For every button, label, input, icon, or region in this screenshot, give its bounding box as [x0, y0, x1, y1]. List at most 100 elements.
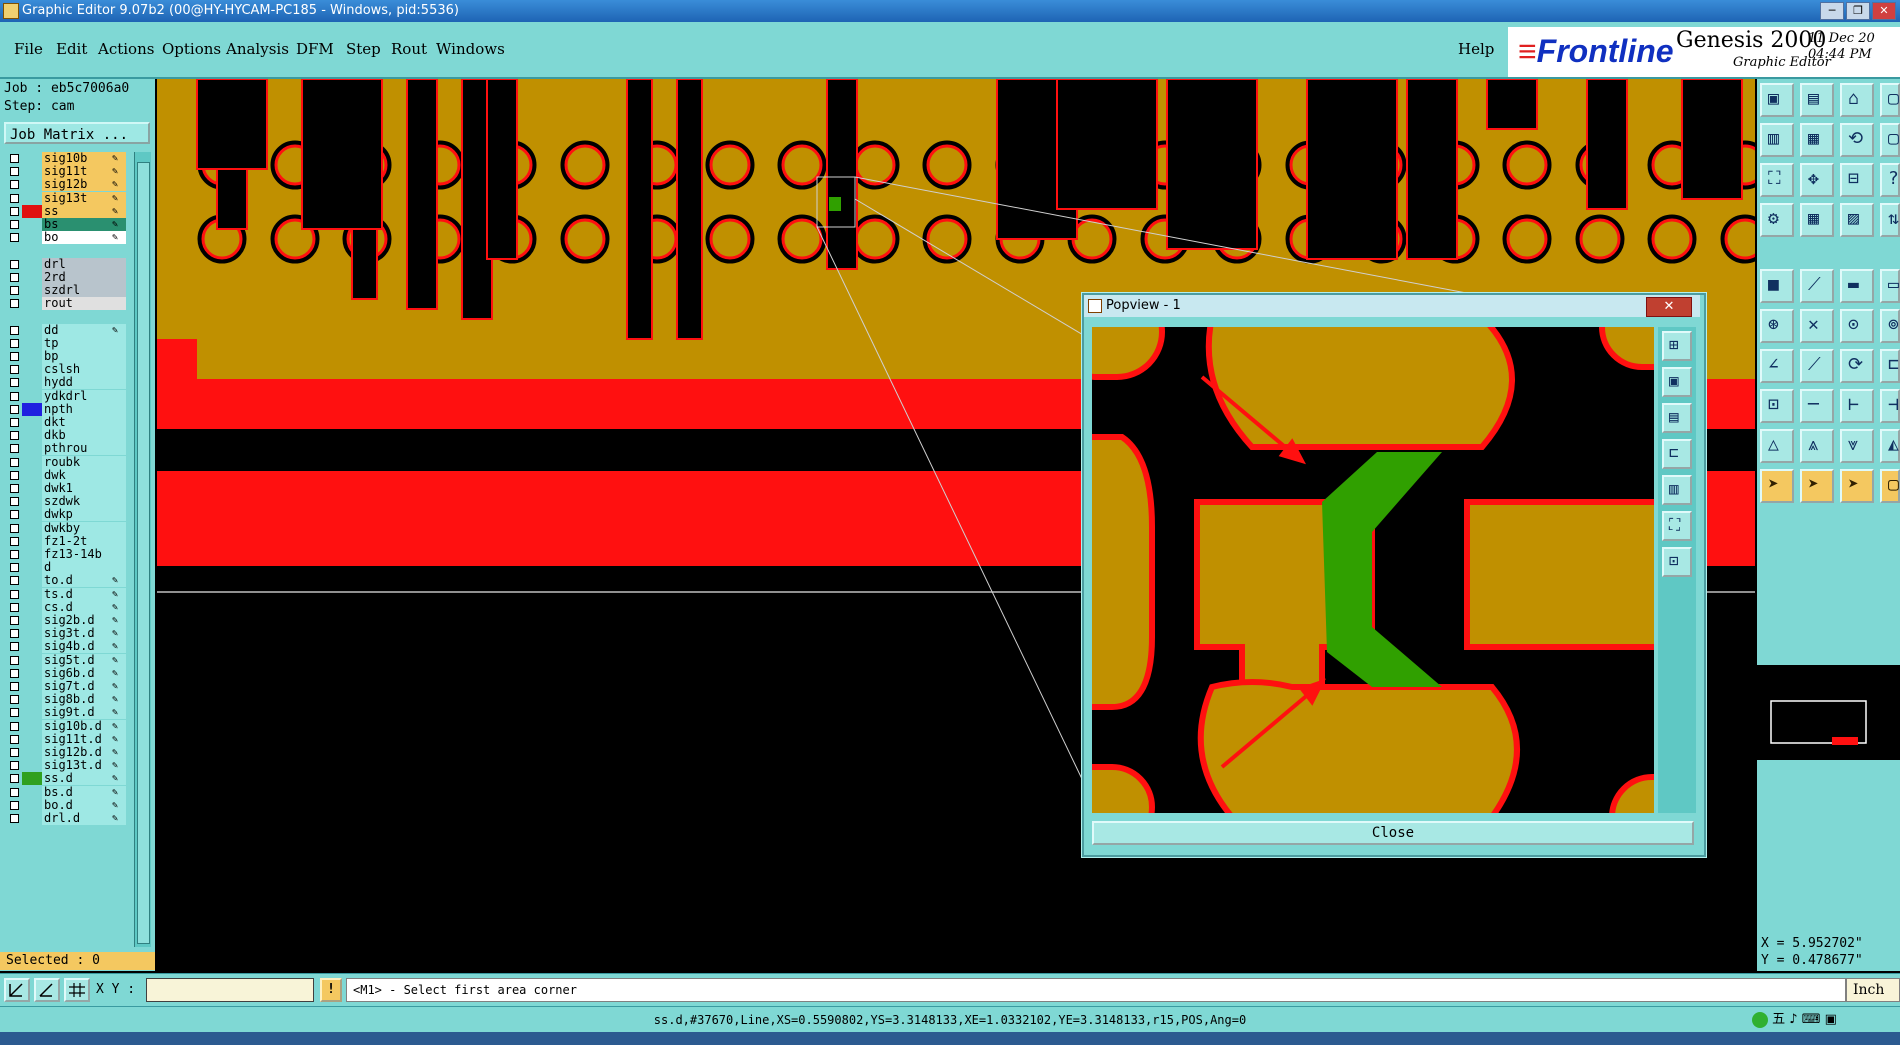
layer-row[interactable]: drl.d ✎	[4, 812, 132, 826]
layer-name[interactable]: sig7t.d ✎	[42, 680, 126, 693]
layer-name[interactable]: szdwk	[42, 495, 126, 509]
layer-row[interactable]: drl	[4, 257, 132, 272]
layer-color-swatch[interactable]	[22, 442, 42, 455]
popview-tool-button[interactable]: ▥	[1662, 475, 1692, 505]
tool-button-6[interactable]: ⟲	[1840, 123, 1874, 157]
layer-name[interactable]: sig8b.d ✎	[42, 693, 126, 707]
layer-list-scrollbar[interactable]	[134, 152, 151, 947]
layer-color-swatch[interactable]	[22, 258, 42, 271]
tool-button-12[interactable]: ⚙	[1760, 203, 1794, 237]
popview-canvas[interactable]	[1092, 327, 1654, 813]
layer-color-swatch[interactable]	[22, 548, 42, 561]
layer-color-swatch[interactable]	[22, 429, 42, 442]
tool-button-26[interactable]: ⟳	[1840, 349, 1874, 383]
layer-checkbox[interactable]	[10, 602, 19, 612]
layer-name[interactable]: ydkdrl	[42, 389, 126, 403]
layer-name[interactable]: sig13t ✎	[42, 191, 126, 205]
layer-color-swatch[interactable]	[22, 812, 42, 825]
job-matrix-button[interactable]: Job Matrix ...	[4, 122, 150, 144]
layer-checkbox[interactable]	[10, 418, 19, 427]
menu-actions[interactable]: Actions	[98, 40, 154, 58]
layer-name[interactable]: hydd	[42, 376, 126, 390]
layer-checkbox[interactable]	[10, 497, 19, 507]
popview-tool-button[interactable]: ⊏	[1662, 439, 1692, 469]
layer-checkbox[interactable]	[10, 708, 19, 718]
layer-name[interactable]: roubk	[42, 455, 126, 469]
alert-button[interactable]: !	[320, 978, 342, 1002]
layer-name[interactable]: ts.d ✎	[42, 587, 126, 601]
layer-name[interactable]: sig10b.d ✎	[42, 719, 126, 733]
layer-checkbox[interactable]	[10, 404, 19, 414]
layer-name[interactable]: drl.d ✎	[42, 812, 126, 825]
layer-name[interactable]: npth	[42, 402, 126, 416]
layer-name[interactable]: sig4b.d ✎	[42, 640, 126, 654]
layer-row[interactable]: sig13t ✎	[4, 191, 132, 206]
layer-name[interactable]: sig10b ✎	[42, 152, 126, 165]
tool-button-27[interactable]: ⊏	[1880, 349, 1900, 383]
tool-button-18[interactable]: ▬	[1840, 269, 1874, 303]
popview-tool-button[interactable]: ▤	[1662, 403, 1692, 433]
units-toggle[interactable]: Inch	[1846, 978, 1900, 1002]
layer-color-swatch[interactable]	[22, 614, 42, 627]
layer-checkbox[interactable]	[10, 457, 19, 467]
layer-name[interactable]: sig11t.d ✎	[42, 732, 126, 746]
layer-name[interactable]: fz13-14b	[42, 548, 126, 561]
layer-checkbox[interactable]	[10, 589, 19, 599]
tool-button-19[interactable]: ▭	[1880, 269, 1900, 303]
layer-name[interactable]: bo.d ✎	[42, 798, 126, 812]
scrollbar-thumb[interactable]	[137, 162, 150, 944]
layer-color-swatch[interactable]	[22, 601, 42, 614]
layer-checkbox[interactable]	[10, 206, 19, 216]
layer-row[interactable]: ss ✎	[4, 204, 132, 219]
layer-checkbox[interactable]	[10, 154, 19, 163]
layer-color-swatch[interactable]	[22, 627, 42, 640]
layer-color-swatch[interactable]	[22, 535, 42, 548]
layer-color-swatch[interactable]	[22, 482, 42, 495]
menu-options[interactable]: Options	[162, 40, 221, 58]
layer-name[interactable]: bs.d ✎	[42, 785, 126, 799]
popview-tool-button[interactable]: ⛶	[1662, 511, 1692, 541]
tool-button-24[interactable]: ∠	[1760, 349, 1794, 383]
layer-row[interactable]: dd ✎	[4, 323, 132, 338]
tool-button-10[interactable]: ⊟	[1840, 163, 1874, 197]
layer-checkbox[interactable]	[10, 800, 19, 810]
tool-button-5[interactable]: ▦	[1800, 123, 1834, 157]
layer-checkbox[interactable]	[10, 180, 19, 190]
layer-name[interactable]: bp	[42, 350, 126, 363]
tool-button-1[interactable]: ▤	[1800, 83, 1834, 117]
layer-checkbox[interactable]	[10, 220, 19, 229]
layer-color-swatch[interactable]	[22, 706, 42, 719]
layer-color-swatch[interactable]	[22, 376, 42, 389]
layer-name[interactable]: sig12b.d ✎	[42, 746, 126, 759]
tool-button-32[interactable]: △	[1760, 429, 1794, 463]
layer-checkbox[interactable]	[10, 365, 19, 375]
layer-checkbox[interactable]	[10, 642, 19, 652]
layer-color-swatch[interactable]	[22, 680, 42, 693]
layer-checkbox[interactable]	[10, 536, 19, 546]
tool-button-36[interactable]: ➤	[1760, 469, 1794, 503]
popview-tool-button[interactable]: ⊡	[1662, 547, 1692, 577]
layer-checkbox[interactable]	[10, 774, 19, 784]
tool-button-15[interactable]: ⇅	[1880, 203, 1900, 237]
layer-checkbox[interactable]	[10, 721, 19, 731]
layer-checkbox[interactable]	[10, 550, 19, 559]
layer-name[interactable]: sig3t.d ✎	[42, 627, 126, 641]
layer-color-swatch[interactable]	[22, 456, 42, 469]
layer-color-swatch[interactable]	[22, 284, 42, 297]
tool-button-4[interactable]: ▥	[1760, 123, 1794, 157]
layer-name[interactable]: sig11t ✎	[42, 165, 126, 179]
tool-button-22[interactable]: ⊙	[1840, 309, 1874, 343]
layer-name[interactable]: cslsh	[42, 363, 126, 377]
layer-name[interactable]: pthrou	[42, 442, 126, 456]
tool-button-3[interactable]: ▢	[1880, 83, 1900, 117]
tool-button-17[interactable]: ⟋	[1800, 269, 1834, 303]
layer-checkbox[interactable]	[10, 629, 19, 639]
layer-color-swatch[interactable]	[22, 693, 42, 706]
layer-checkbox[interactable]	[10, 470, 19, 480]
layer-row[interactable]: fz13-14b	[4, 548, 132, 562]
layer-name[interactable]: dwk	[42, 468, 126, 482]
layer-name[interactable]: sig13t.d ✎	[42, 759, 126, 773]
layer-name[interactable]: ss.d ✎	[42, 772, 126, 786]
menu-edit[interactable]: Edit	[56, 40, 87, 58]
layer-checkbox[interactable]	[10, 787, 19, 797]
